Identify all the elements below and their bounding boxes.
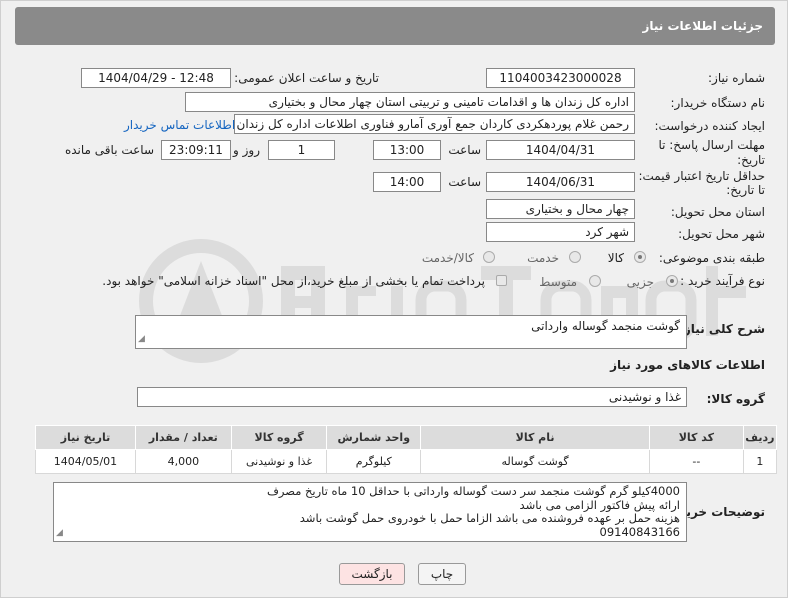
summary-text: گوشت منجمد گوساله وارداتی: [531, 319, 680, 333]
buyer-notes-field: 4000کیلو گرم گوشت منجمد سر دست گوساله وا…: [53, 482, 687, 542]
deadline-label-2: تاریخ:: [737, 153, 765, 167]
category-option-both: کالا/خدمت: [421, 251, 474, 265]
days-label: روز و: [233, 143, 260, 157]
table-row: 1 -- گوشت گوساله کیلوگرم غذا و نوشیدنی 4…: [35, 449, 778, 474]
buyer-notes-line: ارائه پیش فاکتور الزامی می باشد: [519, 497, 680, 512]
buyer-name-label: نام دستگاه خریدار:: [670, 96, 766, 110]
need-number-field: 1104003423000028: [486, 68, 635, 88]
announce-date-label: تاریخ و ساعت اعلان عمومی:: [234, 71, 379, 85]
process-radio-medium[interactable]: [589, 275, 601, 287]
header-bar: جزئیات اطلاعات نیاز: [15, 7, 775, 45]
category-radio-goods[interactable]: [634, 251, 646, 263]
need-number-label: شماره نیاز:: [708, 71, 765, 85]
summary-field: گوشت منجمد گوساله وارداتی ◢: [135, 315, 687, 349]
category-radio-both[interactable]: [483, 251, 495, 263]
cell-name: گوشت گوساله: [420, 449, 651, 474]
col-group: گروه کالا: [230, 425, 328, 450]
col-name: نام کالا: [420, 425, 651, 450]
process-radio-minor[interactable]: [666, 275, 678, 287]
cell-date: 1404/05/01: [35, 449, 136, 474]
cell-row: 1: [742, 449, 778, 474]
col-code: کد کالا: [649, 425, 744, 450]
deadline-time-label: ساعت: [448, 143, 481, 157]
buyer-contact-link[interactable]: اطلاعات تماس خریدار: [124, 118, 235, 132]
category-option-service: خدمت: [527, 251, 559, 265]
validity-time-label: ساعت: [448, 175, 481, 189]
buyer-name-field: اداره کل زندان ها و اقدامات تامینی و ترب…: [185, 92, 635, 112]
table-header-row: ردیف کد کالا نام کالا واحد شمارش گروه کا…: [35, 425, 778, 450]
remaining-time-field: 23:09:11: [161, 140, 231, 160]
back-button[interactable]: بازگشت: [339, 563, 405, 585]
page-container: جزئیات اطلاعات نیاز شماره نیاز: 11040034…: [0, 0, 788, 598]
city-label: شهر محل تحویل:: [678, 227, 765, 241]
resize-grip-icon[interactable]: ◢: [56, 527, 63, 541]
cell-quantity: 4,000: [134, 449, 232, 474]
process-label: نوع فرآیند خرید :: [680, 274, 765, 288]
col-date: تاریخ نیاز: [35, 425, 136, 450]
process-option-medium: متوسط: [539, 275, 577, 289]
cell-code: --: [649, 449, 744, 474]
goods-group-label: گروه کالا:: [706, 392, 765, 406]
cell-group: غذا و نوشیدنی: [230, 449, 328, 474]
validity-label: حداقل تاریخ اعتبار قیمت:: [638, 169, 765, 183]
creator-label: ایجاد کننده درخواست:: [654, 119, 765, 133]
category-radio-service[interactable]: [569, 251, 581, 263]
announce-date-field: 1404/04/29 - 12:48: [81, 68, 231, 88]
page-title: جزئیات اطلاعات نیاز: [642, 19, 763, 33]
remaining-label: ساعت باقی مانده: [64, 143, 154, 157]
category-label: طبقه بندی موضوعی:: [658, 251, 765, 265]
days-field: 1: [268, 140, 335, 160]
payment-note: پرداخت تمام یا بخشی از مبلغ خرید،از محل …: [102, 274, 485, 288]
goods-group-field: غذا و نوشیدنی: [137, 387, 687, 407]
province-label: استان محل تحویل:: [670, 205, 765, 219]
col-unit: واحد شمارش: [326, 425, 422, 450]
print-button[interactable]: چاپ: [418, 563, 466, 585]
buyer-notes-line: 4000کیلو گرم گوشت منجمد سر دست گوساله وا…: [266, 484, 680, 498]
resize-grip-icon[interactable]: ◢: [138, 332, 145, 347]
validity-label-2: تا تاریخ:: [726, 183, 765, 197]
goods-table: ردیف کد کالا نام کالا واحد شمارش گروه کا…: [35, 425, 778, 474]
province-field: چهار محال و بختیاری: [486, 199, 635, 219]
creator-field: رحمن غلام پوردهکردی کاردان جمع آوری آمار…: [234, 114, 635, 134]
deadline-time-field: 13:00: [373, 140, 441, 160]
goods-section-title: اطلاعات کالاهای مورد نیاز: [610, 358, 765, 372]
buyer-notes-line: هزینه حمل بر عهده فروشنده می باشد الزاما…: [299, 511, 680, 525]
validity-date-field: 1404/06/31: [486, 172, 635, 192]
col-quantity: تعداد / مقدار: [134, 425, 232, 450]
validity-time-field: 14:00: [373, 172, 441, 192]
cell-unit: کیلوگرم: [326, 449, 422, 474]
treasury-checkbox[interactable]: [496, 275, 507, 286]
process-option-minor: جزیی: [626, 275, 654, 289]
col-row: ردیف: [742, 425, 778, 450]
category-option-goods: کالا: [607, 251, 624, 265]
city-field: شهر کرد: [486, 222, 635, 242]
buyer-notes-line: 09140843166: [599, 524, 680, 539]
deadline-label: مهلت ارسال پاسخ: تا: [658, 138, 765, 152]
summary-label: شرح کلی نیاز:: [679, 322, 765, 336]
deadline-date-field: 1404/04/31: [486, 140, 635, 160]
